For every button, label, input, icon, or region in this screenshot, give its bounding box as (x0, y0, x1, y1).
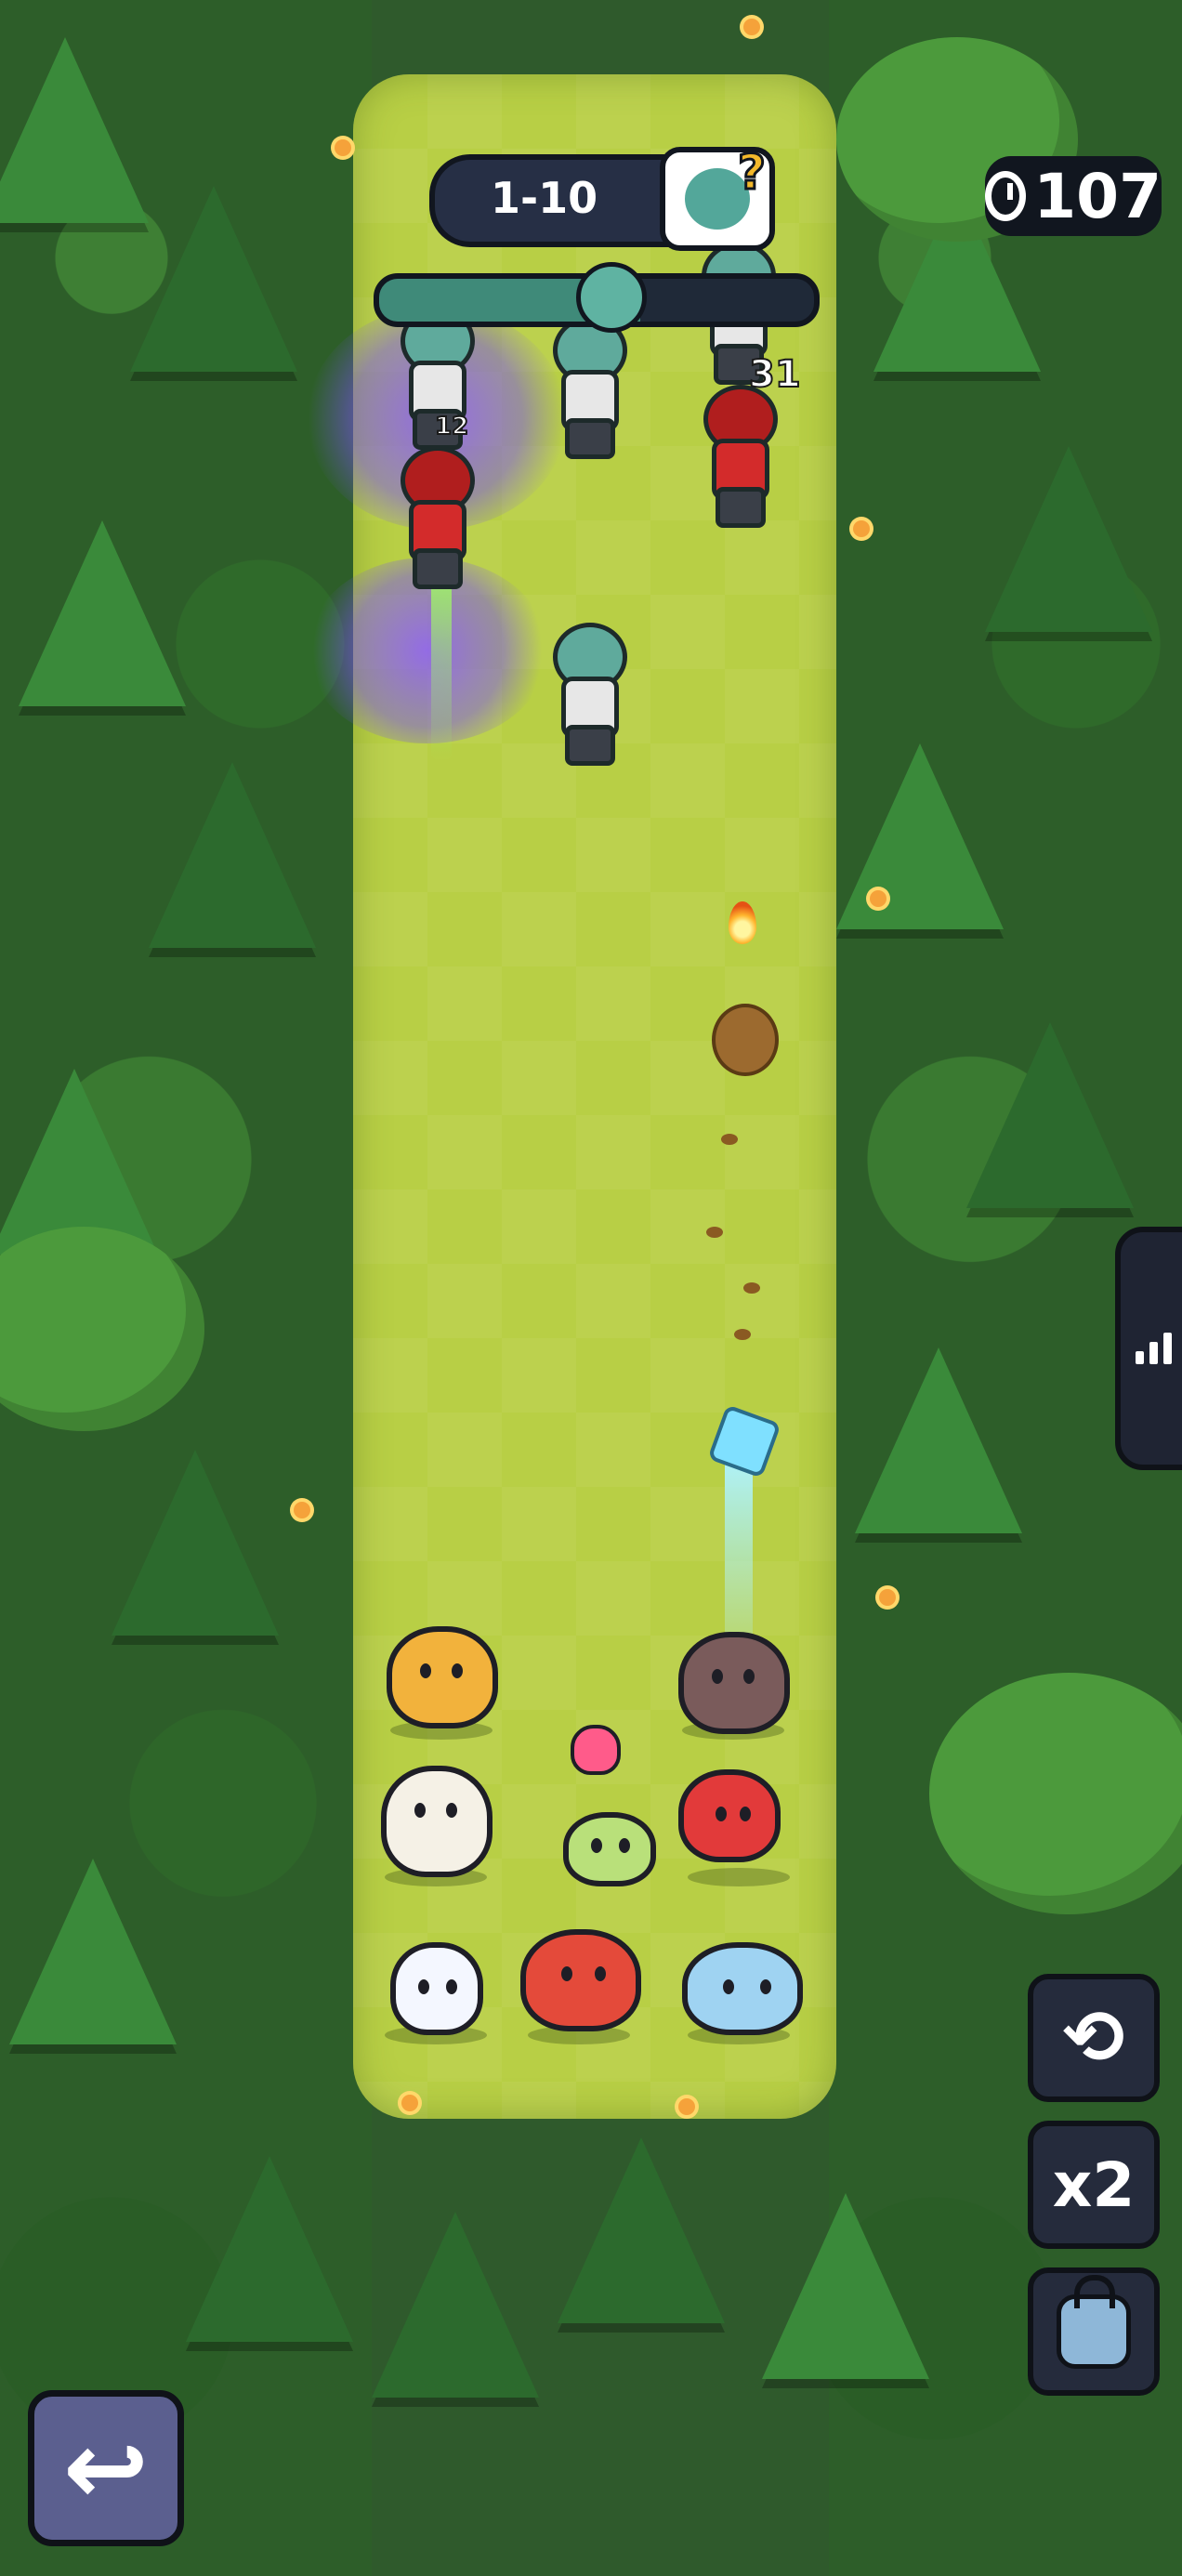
boss-zombie-icon[interactable]: ? (660, 144, 775, 251)
tree (855, 1347, 1022, 1533)
speed-label: x2 (1052, 2149, 1136, 2221)
flower (401, 2095, 418, 2111)
stats-tab[interactable] (1115, 1227, 1182, 1470)
flower (870, 890, 886, 907)
stopwatch-icon (985, 171, 1027, 221)
lock-icon (1057, 2275, 1131, 2369)
zombie-enemy (548, 316, 627, 459)
flower (743, 19, 760, 35)
speed-button[interactable]: x2 (1028, 2121, 1160, 2249)
hero-boar[interactable] (678, 1632, 790, 1734)
flower (678, 2098, 695, 2115)
tree (985, 446, 1152, 632)
hero-cloud-bunny[interactable] (390, 1942, 483, 2035)
tree (372, 2212, 539, 2398)
mud-speck (743, 1282, 760, 1294)
hero-radish-nest[interactable] (381, 1766, 492, 1877)
flower (853, 520, 870, 537)
return-arrow-icon: ↩ (62, 2409, 150, 2528)
flower (294, 1502, 310, 1518)
timer-value: 107 (1033, 160, 1162, 232)
hero-red-bird[interactable] (678, 1769, 781, 1862)
stage-label: 1-10 (491, 173, 598, 223)
timer-display: 107 (985, 156, 1162, 236)
mud-projectile (712, 1004, 779, 1076)
stage-indicator: 1-10 ? (429, 144, 775, 251)
bar-chart-icon (1135, 1333, 1172, 1364)
hero-robot-cat[interactable] (682, 1942, 803, 2035)
tree (762, 2193, 929, 2379)
damage-number: 12 (434, 412, 469, 441)
hero-dragonfruit-cat[interactable] (563, 1812, 656, 1886)
tree (186, 2156, 353, 2342)
refresh-icon: ⟲ (1062, 1994, 1125, 2081)
mud-speck (734, 1329, 751, 1340)
zombie-enemy-hurt (396, 446, 475, 589)
hero-red-hamster[interactable] (520, 1929, 641, 2031)
tree (9, 1859, 177, 2044)
flower (879, 1589, 896, 1606)
zombie-progress-marker-icon (576, 262, 647, 333)
flower (335, 139, 351, 156)
damage-number: 31 (748, 352, 802, 397)
tree (19, 520, 186, 706)
mud-speck (721, 1134, 738, 1145)
refresh-button[interactable]: ⟲ (1028, 1974, 1160, 2102)
lock-button[interactable] (1028, 2267, 1160, 2396)
dragonfruit-projectile (571, 1725, 621, 1775)
tree (130, 186, 297, 372)
mud-speck (706, 1227, 723, 1238)
zombie-enemy (548, 623, 627, 766)
tree (836, 743, 1004, 929)
tree (149, 762, 316, 948)
tree (966, 1022, 1134, 1208)
tree (0, 37, 149, 223)
tree (558, 2137, 725, 2323)
tree (112, 1450, 279, 1636)
zombie-enemy-hurt (699, 385, 778, 528)
hero-lion[interactable] (387, 1626, 498, 1728)
hero-shadow (688, 1868, 790, 1886)
fireball (729, 901, 756, 944)
back-button[interactable]: ↩ (28, 2390, 184, 2546)
